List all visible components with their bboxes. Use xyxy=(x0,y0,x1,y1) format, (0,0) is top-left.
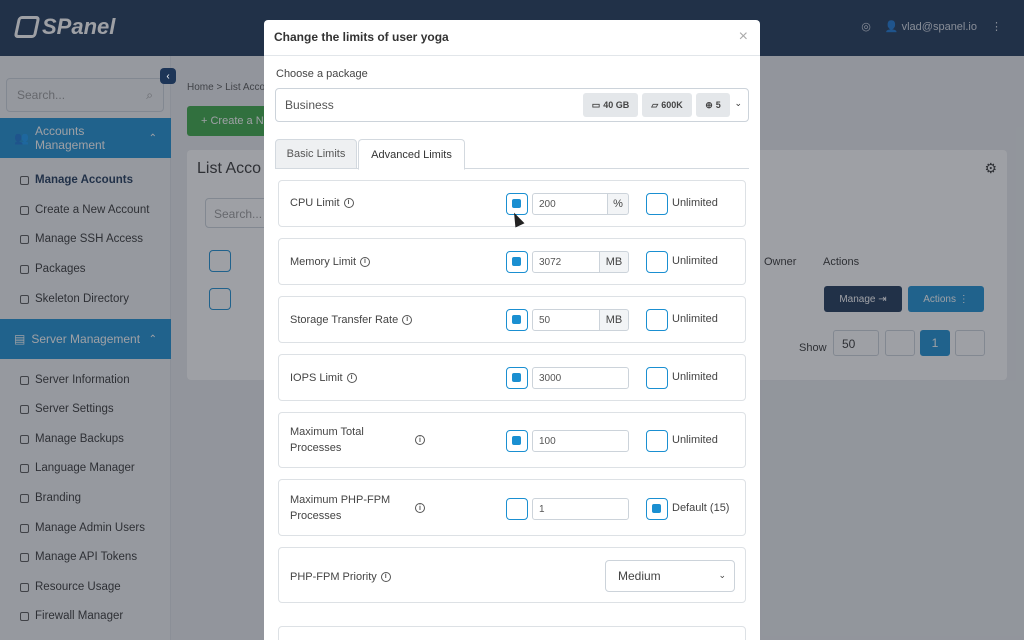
storage-transfer-input[interactable]: 50 xyxy=(532,309,600,331)
unlimited-label: Unlimited xyxy=(672,197,718,209)
domains-value: 5 xyxy=(715,100,721,110)
inodes-badge: ▱ 600K xyxy=(642,93,692,117)
max-total-processes-label: Maximum Total Processes xyxy=(290,426,364,454)
limits-tabs: Basic Limits Advanced Limits xyxy=(275,139,749,170)
max-phpfpm-default-checkbox[interactable] xyxy=(646,498,668,520)
globe-icon: ⊕ xyxy=(705,99,713,110)
sidebar-collapse-button[interactable]: ‹ xyxy=(160,68,176,84)
info-icon[interactable]: i xyxy=(415,435,425,445)
max-phpfpm-processes-row: Maximum PHP-FPM Processes i 1 Default (1… xyxy=(278,479,746,536)
phpfpm-priority-row: PHP-FPM Priority i Medium ⌄ xyxy=(278,547,746,603)
label-text: IOPS Limit xyxy=(290,372,343,384)
chevron-down-icon: ⌄ xyxy=(734,98,742,108)
unlimited-label: Unlimited xyxy=(672,313,718,325)
package-select[interactable]: Business ▭ 40 GB ▱ 600K ⊕ 5 ⌄ xyxy=(275,88,749,122)
chevron-down-icon: ⌄ xyxy=(718,570,726,580)
domains-badge: ⊕ 5 xyxy=(696,93,730,117)
storage-transfer-label: Storage Transfer Rate i xyxy=(290,312,413,328)
tab-basic-limits[interactable]: Basic Limits xyxy=(275,139,357,169)
disk-badge: ▭ 40 GB xyxy=(583,93,638,117)
iops-limit-input[interactable]: 3000 xyxy=(532,367,629,389)
inodes-value: 600K xyxy=(661,100,683,110)
iops-limit-checkbox[interactable] xyxy=(506,367,528,389)
memory-unlimited-checkbox[interactable] xyxy=(646,251,668,273)
folder-icon: ▱ xyxy=(651,99,659,110)
close-icon[interactable]: × xyxy=(739,28,748,46)
info-icon[interactable]: i xyxy=(343,198,354,208)
storage-transfer-rate-row: Storage Transfer Rate i 50 MB Unlimited xyxy=(278,296,746,343)
next-limit-row xyxy=(278,626,746,640)
info-icon[interactable]: i xyxy=(346,373,357,383)
unlimited-label: Unlimited xyxy=(672,255,718,267)
label-text: Storage Transfer Rate xyxy=(290,314,399,326)
max-total-processes-checkbox[interactable] xyxy=(506,430,528,452)
memory-limit-input[interactable]: 3072 xyxy=(532,251,600,273)
iops-unlimited-checkbox[interactable] xyxy=(646,367,668,389)
memory-limit-row: Memory Limit i 3072 MB Unlimited xyxy=(278,238,746,285)
max-phpfpm-processes-input[interactable]: 1 xyxy=(532,498,629,520)
memory-limit-label: Memory Limit i xyxy=(290,254,371,270)
modal-title: Change the limits of user yoga xyxy=(274,30,449,44)
storage-transfer-unlimited-checkbox[interactable] xyxy=(646,309,668,331)
cpu-unit: % xyxy=(607,193,629,215)
disk-value: 40 GB xyxy=(603,100,630,110)
memory-limit-checkbox[interactable] xyxy=(506,251,528,273)
package-label: Choose a package xyxy=(276,68,368,80)
memory-unit: MB xyxy=(599,251,629,273)
tab-advanced-limits[interactable]: Advanced Limits xyxy=(358,139,465,170)
max-phpfpm-processes-checkbox[interactable] xyxy=(506,498,528,520)
max-total-processes-row: Maximum Total Processes i 100 Unlimited xyxy=(278,412,746,468)
max-total-processes-unlimited-checkbox[interactable] xyxy=(646,430,668,452)
modal-header: Change the limits of user yoga × xyxy=(264,20,760,56)
storage-transfer-checkbox[interactable] xyxy=(506,309,528,331)
max-phpfpm-processes-label: Maximum PHP-FPM Processes xyxy=(290,494,391,522)
default-label: Default (15) xyxy=(672,502,730,514)
iops-limit-row: IOPS Limit i 3000 Unlimited xyxy=(278,354,746,401)
phpfpm-priority-label: PHP-FPM Priority i xyxy=(290,569,391,585)
label-text: Memory Limit xyxy=(290,256,357,268)
package-name: Business xyxy=(285,98,334,112)
disk-icon: ▭ xyxy=(591,99,601,110)
cpu-limit-label: CPU Limit i xyxy=(290,195,354,211)
cpu-limit-input[interactable]: 200 xyxy=(532,193,608,215)
unlimited-label: Unlimited xyxy=(672,371,718,383)
info-icon[interactable]: i xyxy=(415,503,425,513)
label-text: PHP-FPM Priority xyxy=(290,571,377,583)
change-limits-modal: Change the limits of user yoga × Choose … xyxy=(264,20,760,640)
info-icon[interactable]: i xyxy=(380,572,391,582)
info-icon[interactable]: i xyxy=(360,257,371,267)
label-text: CPU Limit xyxy=(290,197,340,209)
phpfpm-priority-select[interactable]: Medium ⌄ xyxy=(605,560,735,592)
priority-value: Medium xyxy=(618,569,661,583)
chevron-left-icon: ‹ xyxy=(166,70,170,82)
storage-transfer-unit: MB xyxy=(599,309,629,331)
max-total-processes-input[interactable]: 100 xyxy=(532,430,629,452)
iops-limit-label: IOPS Limit i xyxy=(290,370,357,386)
cpu-unlimited-checkbox[interactable] xyxy=(646,193,668,215)
unlimited-label: Unlimited xyxy=(672,434,718,446)
info-icon[interactable]: i xyxy=(402,315,413,325)
